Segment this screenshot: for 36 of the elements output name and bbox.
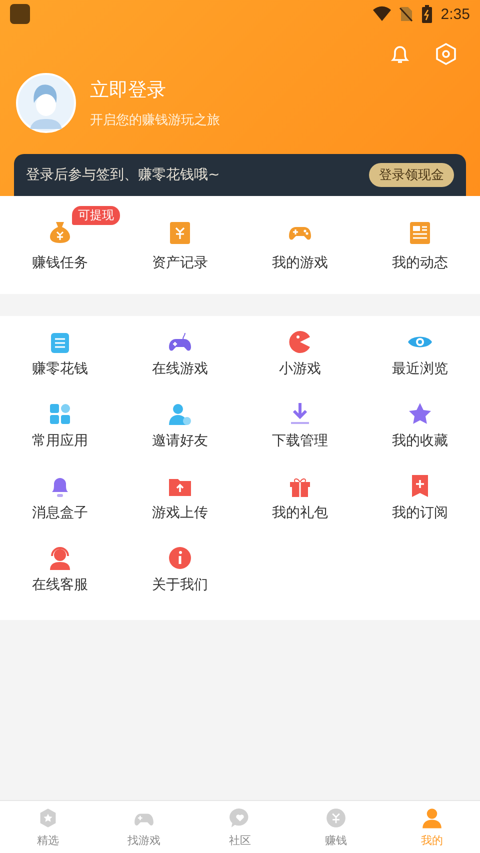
info-icon <box>166 544 194 572</box>
status-time: 2:35 <box>440 6 470 22</box>
menu-item-label[interactable]: 我的礼包 <box>272 504 328 522</box>
quick-action-label[interactable]: 赚钱任务 <box>32 254 88 272</box>
banner-text: 登录后参与签到、赚零花钱哦~ <box>26 166 220 184</box>
avatar-icon[interactable] <box>16 73 76 133</box>
quick-action-label[interactable]: 我的游戏 <box>272 254 328 272</box>
menu-item-label[interactable]: 我的订阅 <box>392 504 448 522</box>
quick-action-label[interactable]: 资产记录 <box>152 254 208 272</box>
settings-icon[interactable] <box>434 42 458 66</box>
coin-icon <box>324 806 348 830</box>
menu-item-label[interactable]: 下载管理 <box>272 432 328 450</box>
menu-item-label[interactable]: 游戏上传 <box>152 504 208 522</box>
withdraw-badge: 可提现 <box>72 206 120 225</box>
no-sim-icon <box>398 6 413 22</box>
wifi-icon <box>372 6 391 22</box>
menu-item-label[interactable]: 在线客服 <box>32 576 88 594</box>
menu-item-label[interactable]: 消息盒子 <box>32 504 88 522</box>
app-icon <box>10 4 30 24</box>
menu-item-label[interactable]: 邀请好友 <box>152 432 208 450</box>
nav-tab[interactable]: 社区 <box>192 801 288 853</box>
menu-item-label[interactable]: 我的收藏 <box>392 432 448 450</box>
menu-item-label[interactable]: 在线游戏 <box>152 360 208 378</box>
claim-cash-button[interactable]: 登录领现金 <box>369 163 454 187</box>
nav-tab[interactable]: 找游戏 <box>96 801 192 853</box>
menu-item-label[interactable]: 赚零花钱 <box>32 360 88 378</box>
battery-icon <box>420 5 433 23</box>
nav-tab[interactable]: 赚钱 <box>288 801 384 853</box>
person-icon <box>420 806 444 830</box>
menu-item-label[interactable]: 最近浏览 <box>392 360 448 378</box>
menu-item-label[interactable]: 小游戏 <box>279 360 321 378</box>
login-subtitle: 开启您的赚钱游玩之旅 <box>90 112 220 129</box>
nav-tab[interactable]: 精选 <box>0 801 96 853</box>
menu-item-label[interactable]: 常用应用 <box>32 432 88 450</box>
quick-action-label[interactable]: 我的动态 <box>392 254 448 272</box>
menu-item-label[interactable]: 关于我们 <box>152 576 208 594</box>
